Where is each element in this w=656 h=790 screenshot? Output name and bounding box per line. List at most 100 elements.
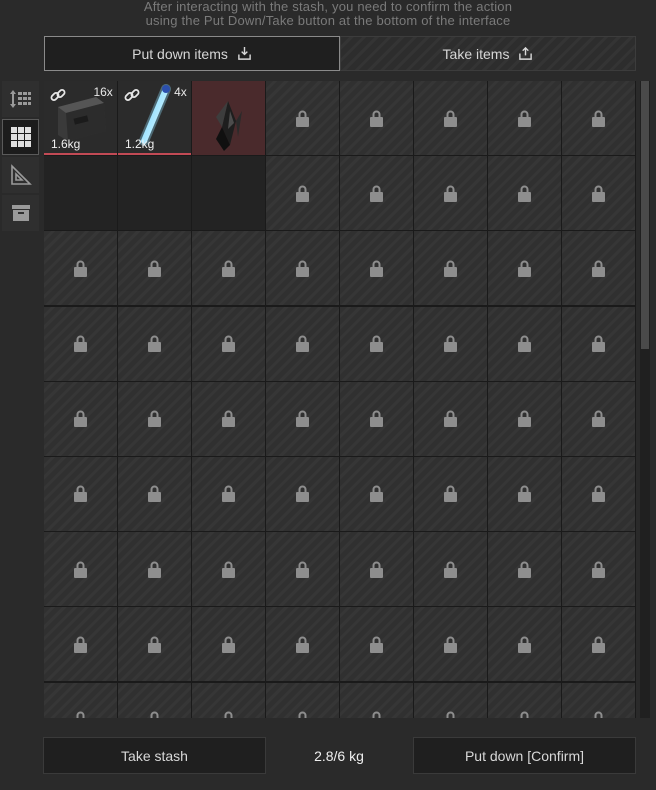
lock-icon — [517, 409, 532, 428]
empty-slot[interactable] — [44, 156, 117, 231]
locked-slot — [339, 532, 413, 607]
locked-slot — [561, 381, 635, 456]
put-down-confirm-button[interactable]: Put down [Confirm] — [413, 737, 636, 774]
locked-slot — [487, 156, 561, 231]
lock-icon — [517, 334, 532, 353]
locked-slot — [191, 607, 265, 682]
locked-slot — [265, 231, 339, 306]
item-weight-bar — [44, 153, 117, 155]
lock-icon — [73, 560, 88, 579]
lock-icon — [517, 484, 532, 503]
locked-slot — [117, 607, 191, 682]
lock-icon — [591, 109, 606, 128]
lock-icon — [369, 259, 384, 278]
take-stash-label: Take stash — [121, 747, 188, 764]
stash-weight: 2.8/6 kg — [314, 747, 364, 764]
stash-item-slot[interactable]: 16x 1.6kg — [44, 81, 117, 155]
lock-icon — [591, 184, 606, 203]
lock-icon — [147, 259, 162, 278]
locked-slot — [561, 682, 635, 718]
put-down-confirm-label: Put down [Confirm] — [464, 747, 585, 764]
ruler-button[interactable] — [2, 157, 39, 193]
lock-icon — [147, 560, 162, 579]
lock-icon — [517, 259, 532, 278]
empty-slot[interactable] — [117, 156, 191, 231]
lock-icon — [73, 710, 88, 718]
take-stash-button[interactable]: Take stash — [43, 737, 266, 774]
lock-icon — [443, 635, 458, 654]
empty-slot[interactable] — [191, 156, 265, 231]
stash-item-slot[interactable]: 4x 1.2kg — [117, 81, 191, 155]
tab-take-items[interactable]: Take items — [340, 36, 636, 71]
locked-slot — [413, 156, 487, 231]
bottom-actions: Take stash 2.8/6 kg Put down [Confirm] — [43, 737, 636, 774]
lock-icon — [443, 560, 458, 579]
locked-slot — [561, 607, 635, 682]
locked-slot — [339, 306, 413, 381]
lock-icon — [369, 409, 384, 428]
linked-icon — [124, 89, 140, 101]
lock-icon — [443, 109, 458, 128]
lock-icon — [517, 184, 532, 203]
lock-icon — [221, 409, 236, 428]
sort-button[interactable] — [2, 81, 39, 117]
lock-icon — [443, 334, 458, 353]
locked-slot — [117, 306, 191, 381]
locked-slot — [117, 456, 191, 531]
grid-scrollbar[interactable] — [640, 81, 650, 718]
lock-icon — [221, 710, 236, 718]
hint-line-2: using the Put Down/Take button at the bo… — [145, 13, 511, 28]
lock-icon — [295, 635, 310, 654]
lock-icon — [295, 560, 310, 579]
scrollbar-thumb[interactable] — [641, 81, 649, 349]
lock-icon — [443, 484, 458, 503]
lock-icon — [369, 184, 384, 203]
tab-put-down-items[interactable]: Put down items — [44, 36, 340, 71]
locked-slot — [561, 456, 635, 531]
ruler-triangle-icon — [10, 164, 32, 185]
locked-slot — [561, 306, 635, 381]
lock-icon — [147, 710, 162, 718]
locked-slot — [339, 456, 413, 531]
locked-slot — [44, 607, 117, 682]
lock-icon — [295, 334, 310, 353]
lock-icon — [221, 560, 236, 579]
mode-tabs: Put down items Take items — [44, 36, 636, 71]
locked-slot — [265, 456, 339, 531]
lock-icon — [517, 635, 532, 654]
locked-slot — [339, 607, 413, 682]
item-quantity: 4x — [174, 85, 187, 99]
take-icon — [519, 46, 533, 60]
locked-slot — [413, 81, 487, 155]
lock-icon — [295, 710, 310, 718]
locked-slot — [265, 156, 339, 231]
lock-icon — [517, 560, 532, 579]
locked-slot — [44, 306, 117, 381]
lock-icon — [443, 259, 458, 278]
locked-slot — [413, 231, 487, 306]
lock-icon — [295, 109, 310, 128]
lock-icon — [73, 484, 88, 503]
lock-icon — [369, 635, 384, 654]
locked-slot — [487, 682, 561, 718]
locked-slot — [191, 381, 265, 456]
locked-slot — [191, 532, 265, 607]
stash-grid-viewport[interactable]: 16x 1.6kg 4x 1.2kg — [44, 81, 636, 718]
grid-view-button[interactable] — [2, 119, 39, 155]
locked-slot — [487, 306, 561, 381]
lock-icon — [147, 635, 162, 654]
locked-slot — [487, 231, 561, 306]
locked-slot — [117, 682, 191, 718]
lock-icon — [221, 635, 236, 654]
lock-icon — [443, 184, 458, 203]
lock-icon — [591, 334, 606, 353]
locked-slot — [44, 456, 117, 531]
lock-icon — [369, 334, 384, 353]
locked-slot — [413, 607, 487, 682]
storage-button[interactable] — [2, 195, 39, 231]
crystal-artifact-icon — [215, 101, 242, 151]
lock-icon — [369, 560, 384, 579]
locked-slot — [413, 381, 487, 456]
lock-icon — [295, 484, 310, 503]
stash-item-slot[interactable] — [191, 81, 265, 155]
